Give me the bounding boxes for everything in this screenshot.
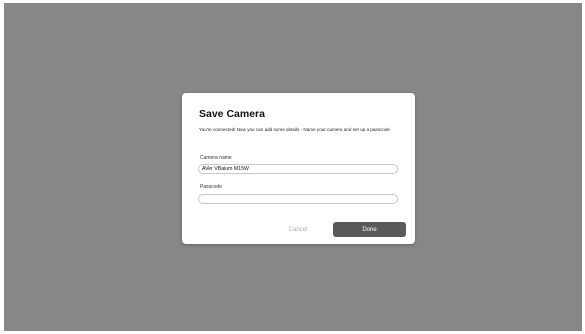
camera-name-label: Camera name: [200, 155, 232, 161]
passcode-label: Passcode: [200, 184, 222, 190]
dialog-description: You're connected! Now you can add some d…: [199, 127, 390, 132]
cancel-button[interactable]: Cancel: [282, 223, 314, 236]
save-camera-dialog: Save Camera You're connected! Now you ca…: [182, 93, 415, 244]
passcode-input[interactable]: [198, 194, 398, 204]
camera-name-input[interactable]: [198, 164, 398, 174]
dialog-title: Save Camera: [199, 108, 265, 120]
done-button[interactable]: Done: [333, 222, 406, 237]
